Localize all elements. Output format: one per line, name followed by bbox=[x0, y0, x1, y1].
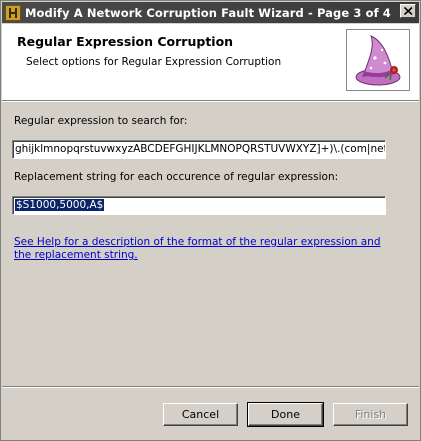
window-title: Modify A Network Corruption Fault Wizard… bbox=[25, 5, 391, 20]
close-icon bbox=[404, 7, 413, 15]
wizard-window: Modify A Network Corruption Fault Wizard… bbox=[0, 0, 421, 441]
page-title: Regular Expression Corruption bbox=[17, 34, 234, 49]
app-icon bbox=[5, 4, 21, 21]
wizard-header: Regular Expression Corruption Select opt… bbox=[2, 24, 419, 102]
close-button[interactable] bbox=[400, 4, 416, 18]
wizard-hat-icon bbox=[346, 29, 410, 91]
title-bar: Modify A Network Corruption Fault Wizard… bbox=[2, 2, 419, 23]
search-label: Regular expression to search for: bbox=[14, 115, 188, 127]
replacement-string-field[interactable]: $S1000,5000,A$ bbox=[12, 196, 386, 215]
help-link[interactable]: See Help for a description of the format… bbox=[14, 236, 394, 262]
search-expression-field[interactable]: ghijklmnopqrstuvwxyzABCDEFGHIJKLMNOPQRST… bbox=[12, 140, 386, 159]
button-separator bbox=[2, 386, 419, 388]
done-button[interactable]: Done bbox=[247, 402, 324, 427]
finish-button[interactable]: Finish bbox=[333, 403, 408, 426]
page-subtitle: Select options for Regular Expression Co… bbox=[26, 56, 282, 68]
replacement-string-value: $S1000,5000,A$ bbox=[15, 199, 105, 211]
search-expression-value: ghijklmnopqrstuvwxyzABCDEFGHIJKLMNOPQRST… bbox=[15, 143, 386, 155]
replace-label: Replacement string for each occurence of… bbox=[14, 171, 339, 183]
cancel-button[interactable]: Cancel bbox=[163, 403, 238, 426]
